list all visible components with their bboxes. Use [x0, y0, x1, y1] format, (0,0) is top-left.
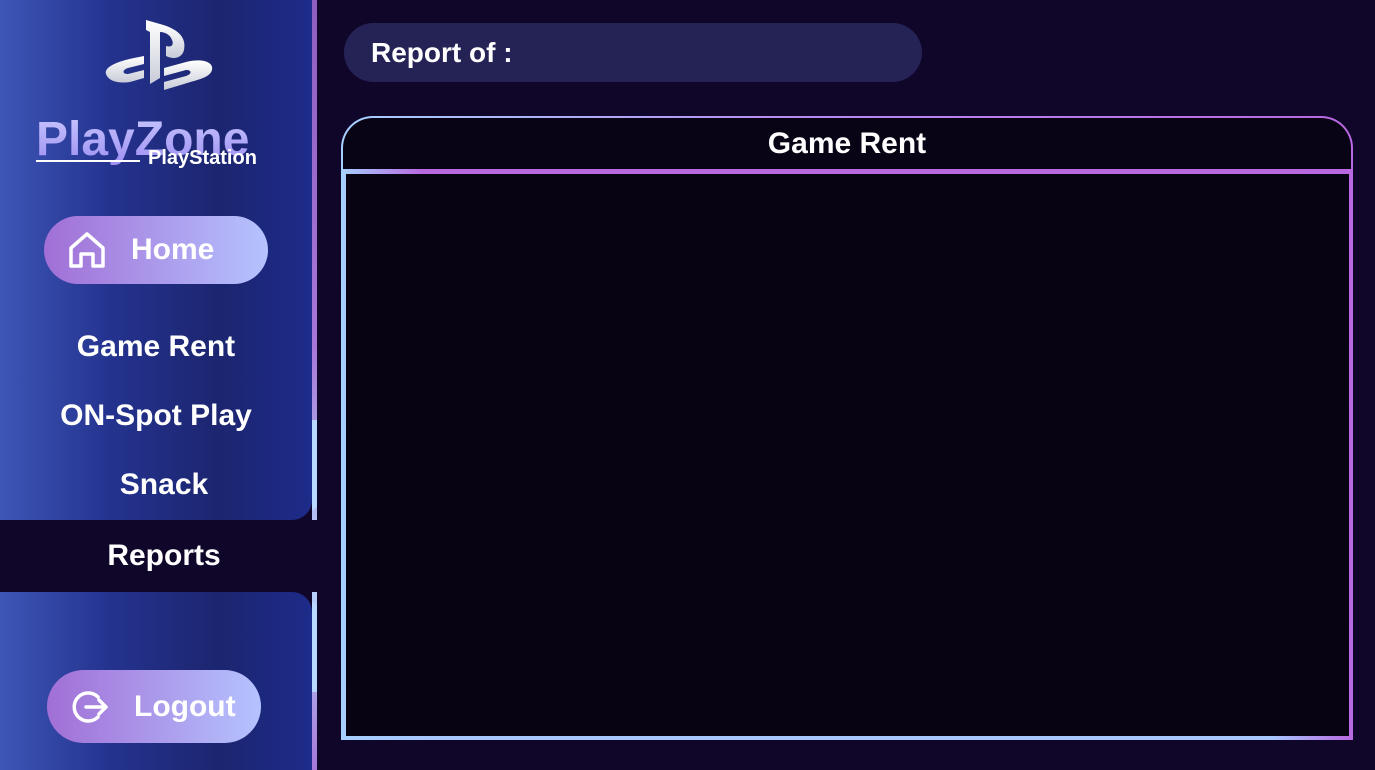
- home-label: Home: [131, 233, 215, 266]
- sidebar-item-reports-label: Reports: [107, 539, 221, 572]
- home-button[interactable]: Home: [44, 216, 268, 284]
- report-content-area: [346, 174, 1349, 736]
- logout-icon: [72, 690, 108, 723]
- report-of-label: Report of :: [371, 36, 513, 68]
- home-icon: [69, 232, 105, 268]
- brand-subtitle: PlayStation: [148, 147, 257, 169]
- logout-label: Logout: [134, 689, 236, 723]
- sidebar-item-reports[interactable]: Reports: [28, 520, 328, 592]
- sidebar-item-snack[interactable]: Snack: [8, 468, 320, 502]
- sidebar-item-game-rent[interactable]: Game Rent: [0, 330, 312, 364]
- panel-title: Game Rent: [767, 126, 927, 160]
- playstation-logo-icon: [105, 20, 213, 90]
- report-header: Report of :: [344, 23, 922, 82]
- brand-underline: [36, 160, 140, 162]
- sidebar-item-on-spot-play[interactable]: ON-Spot Play: [0, 399, 312, 433]
- logout-button[interactable]: Logout: [47, 670, 261, 743]
- report-panel: Game Rent: [341, 116, 1353, 740]
- brand-logo: PlayZone PlayStation: [0, 18, 312, 178]
- panel-header: Game Rent: [343, 118, 1351, 169]
